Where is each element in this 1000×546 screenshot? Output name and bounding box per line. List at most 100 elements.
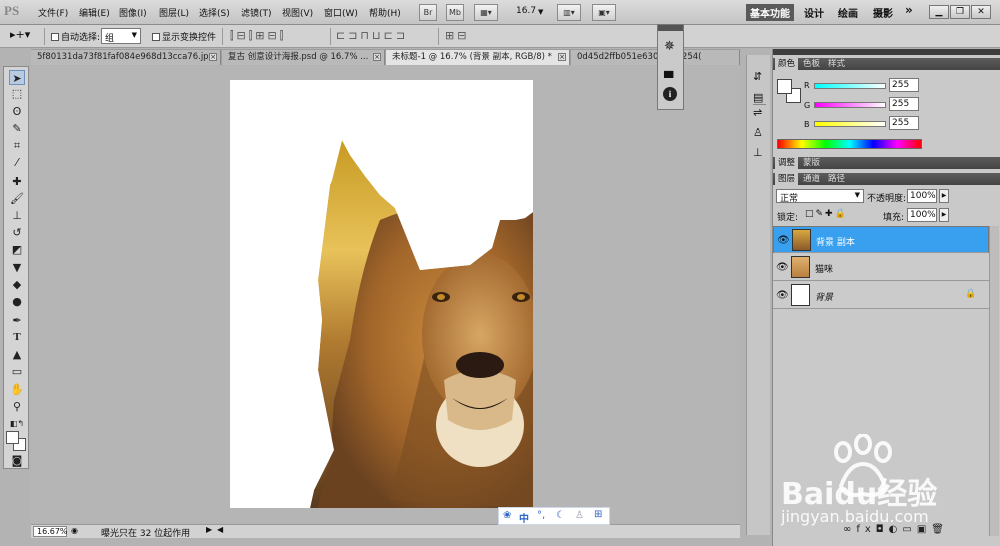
close-tab-icon[interactable]: × bbox=[558, 53, 566, 61]
blue-slider[interactable] bbox=[814, 121, 886, 127]
user-icon[interactable]: ♙ bbox=[575, 510, 584, 521]
scroll-left-arrow[interactable]: ◀ bbox=[217, 525, 223, 534]
menu-help[interactable]: 帮助(H) bbox=[369, 6, 401, 19]
move-tool-preset-icon[interactable]: ▸+▾ bbox=[10, 28, 30, 41]
swap-colors-icon[interactable]: ◧↰ bbox=[9, 416, 25, 431]
dodge-tool-icon[interactable]: ● bbox=[9, 294, 25, 309]
hand-tool-icon[interactable]: ✋ bbox=[9, 382, 25, 397]
tool-presets-icon[interactable]: ⊥ bbox=[753, 146, 763, 159]
checkbox-icon[interactable] bbox=[51, 33, 59, 41]
menu-image[interactable]: 图像(I) bbox=[119, 6, 147, 19]
zoom-dropdown-icon[interactable]: ▼ bbox=[538, 8, 543, 16]
eraser-tool-icon[interactable]: ◩ bbox=[9, 242, 25, 257]
tab-document-4[interactable]: 0d45d2ffb051e630f...f2c254( bbox=[571, 50, 740, 65]
workspace-design[interactable]: 设计 bbox=[804, 5, 824, 20]
type-tool-icon[interactable]: T bbox=[9, 330, 25, 345]
layer-row[interactable]: 👁 猫咪 bbox=[773, 254, 989, 281]
fill-arrow-icon[interactable]: ▶ bbox=[939, 208, 949, 222]
tab-layers[interactable]: 图层 bbox=[775, 173, 799, 185]
opacity-value[interactable]: 100% bbox=[907, 189, 937, 203]
restore-icon[interactable]: ❐ bbox=[950, 5, 970, 19]
zoom-level[interactable]: 16.7 bbox=[516, 6, 536, 16]
menu-window[interactable]: 窗口(W) bbox=[324, 6, 358, 19]
clone-source-icon[interactable]: ♙ bbox=[753, 126, 763, 139]
paint-bucket-tool-icon[interactable]: ▼ bbox=[9, 260, 25, 275]
eye-icon[interactable]: 👁 bbox=[776, 262, 789, 273]
eye-icon[interactable]: 👁 bbox=[776, 290, 789, 301]
view-extras-button[interactable]: ▦▾ bbox=[474, 4, 498, 21]
tab-masks[interactable]: 蒙版 bbox=[800, 157, 823, 169]
eye-icon[interactable]: 👁 bbox=[777, 235, 790, 246]
healing-brush-tool-icon[interactable]: ✚ bbox=[9, 174, 25, 189]
history-brush-tool-icon[interactable]: ↺ bbox=[9, 225, 25, 240]
tab-document-3[interactable]: 未标题-1 @ 16.7% (背景 副本, RGB/8) * × bbox=[386, 50, 570, 65]
color-foreground-swatch[interactable] bbox=[777, 79, 792, 94]
checkbox-icon[interactable] bbox=[152, 33, 160, 41]
menu-view[interactable]: 视图(V) bbox=[282, 6, 313, 19]
crop-tool-icon[interactable]: ⌗ bbox=[9, 138, 25, 153]
distribute-buttons[interactable]: ⊏⊐⊓⊔⊏⊐ bbox=[336, 29, 408, 42]
red-slider[interactable] bbox=[814, 83, 886, 89]
shape-tool-icon[interactable]: ▭ bbox=[9, 364, 25, 379]
brush-presets-icon[interactable]: ⇌ bbox=[753, 106, 762, 119]
info-icon[interactable]: i bbox=[663, 87, 677, 101]
tab-paths[interactable]: 路径 bbox=[825, 173, 848, 185]
tab-document-2[interactable]: 复古 创意设计海报.psd @ 16.7% ... × bbox=[222, 50, 385, 65]
green-slider[interactable] bbox=[814, 102, 886, 108]
clone-stamp-tool-icon[interactable]: ⊥ bbox=[9, 208, 25, 223]
tab-styles[interactable]: 样式 bbox=[825, 58, 848, 70]
align-buttons[interactable]: ⫿⊟⫿⊞⊟⫿ bbox=[230, 29, 286, 43]
layers-panel-footer-icons[interactable]: ∞fx◘◐▭▣🗑 bbox=[843, 524, 993, 538]
menu-select[interactable]: 选择(S) bbox=[199, 6, 230, 19]
auto-select-checkbox[interactable]: 自动选择: bbox=[51, 30, 100, 43]
layer-row[interactable]: 👁 背景 副本 bbox=[773, 226, 989, 253]
lock-icons[interactable]: □✎✚🔒 bbox=[805, 209, 848, 219]
canvas-area[interactable] bbox=[31, 66, 740, 523]
opacity-arrow-icon[interactable]: ▶ bbox=[939, 189, 949, 203]
red-value[interactable]: 255 bbox=[889, 78, 919, 92]
actions-panel-icon[interactable]: ▤ bbox=[753, 91, 763, 104]
eyedropper-tool-icon[interactable]: ⁄ bbox=[9, 155, 25, 170]
show-transform-checkbox[interactable]: 显示变换控件 bbox=[152, 30, 216, 43]
auto-select-dropdown[interactable]: 组 ▼ bbox=[101, 28, 141, 44]
auto-align-button[interactable]: ⊞⊟ bbox=[445, 29, 469, 42]
close-icon[interactable]: ✕ bbox=[971, 5, 991, 19]
workspace-essentials[interactable]: 基本功能 bbox=[746, 4, 794, 21]
tab-document-1[interactable]: 5f80131da73f81faf084e968d13cca76.jpg × bbox=[31, 50, 221, 65]
minimize-icon[interactable]: ▁ bbox=[929, 5, 949, 19]
marquee-tool-icon[interactable]: ⬚ bbox=[9, 86, 25, 101]
zoom-tool-icon[interactable]: ⚲ bbox=[9, 399, 25, 414]
dock-grip[interactable] bbox=[773, 49, 1000, 55]
grid-icon[interactable]: ⊞ bbox=[594, 509, 602, 520]
tab-channels[interactable]: 通道 bbox=[800, 173, 823, 185]
blur-tool-icon[interactable]: ◆ bbox=[9, 277, 25, 292]
blue-value[interactable]: 255 bbox=[889, 116, 919, 130]
brush-tool-icon[interactable]: 🖌 bbox=[9, 191, 25, 206]
tab-adjustments[interactable]: 调整 bbox=[775, 157, 799, 169]
mini-bridge-button[interactable]: Mb bbox=[446, 4, 464, 21]
quick-mask-icon[interactable]: ◙ bbox=[9, 453, 25, 468]
bridge-button[interactable]: Br bbox=[419, 4, 437, 21]
workspace-photography[interactable]: 摄影 bbox=[873, 5, 893, 20]
lasso-tool-icon[interactable]: ʘ bbox=[9, 104, 25, 119]
menu-layer[interactable]: 图层(L) bbox=[159, 6, 189, 19]
color-spectrum-bar[interactable] bbox=[777, 139, 922, 149]
foreground-color-swatch[interactable] bbox=[6, 431, 19, 444]
menu-filter[interactable]: 滤镜(T) bbox=[241, 6, 272, 19]
paw-icon[interactable]: ❀ bbox=[503, 510, 511, 521]
ime-chinese-toggle[interactable]: 中 bbox=[519, 510, 529, 525]
pen-tool-icon[interactable]: ✒ bbox=[9, 313, 25, 328]
menu-edit[interactable]: 编辑(E) bbox=[79, 6, 110, 19]
quick-selection-tool-icon[interactable]: ✎ bbox=[9, 121, 25, 136]
tab-swatches[interactable]: 色板 bbox=[800, 58, 823, 70]
blend-mode-dropdown[interactable]: 正常 ▼ bbox=[776, 189, 864, 204]
close-tab-icon[interactable]: × bbox=[373, 53, 381, 61]
histogram-icon[interactable]: ▄ bbox=[664, 64, 673, 78]
layer-row[interactable]: 👁 背景 🔒 bbox=[773, 282, 989, 309]
green-value[interactable]: 255 bbox=[889, 97, 919, 111]
navigator-icon[interactable]: ✵ bbox=[664, 39, 675, 54]
workspace-painting[interactable]: 绘画 bbox=[838, 5, 858, 20]
panel-grip[interactable] bbox=[658, 25, 683, 31]
status-zoom[interactable]: 16.67% bbox=[33, 526, 68, 537]
tab-color[interactable]: 颜色 bbox=[775, 58, 799, 70]
